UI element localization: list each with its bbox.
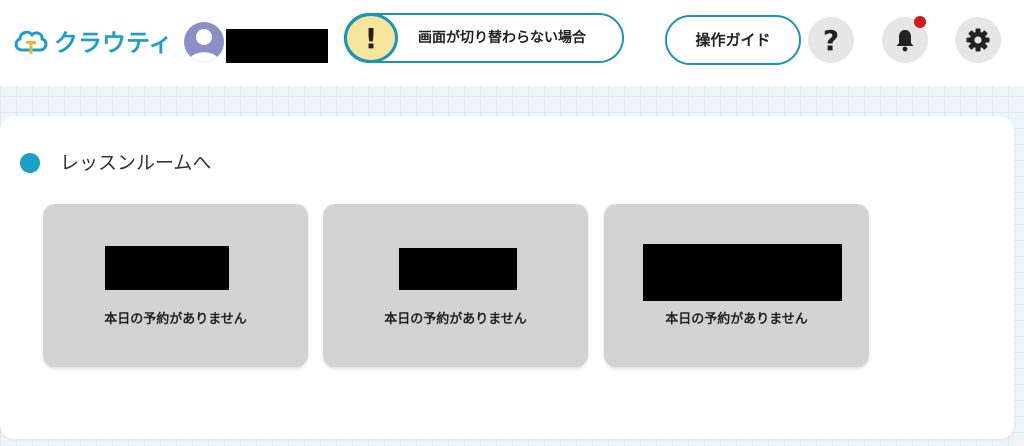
exclamation-icon: ! [344,13,398,63]
lesson-room-card-2[interactable]: 本日の予約がありません [323,204,588,367]
logo-text: クラウティ [54,29,173,57]
cloud-logo-icon [12,26,50,60]
screen-not-switching-label: 画面が切り替わらない場合 [418,30,586,46]
redacted-room-name [105,246,229,290]
gear-icon [966,28,990,52]
user-icon [189,29,219,62]
room-status-text: 本日の予約がありません [384,312,527,327]
redacted-room-name [643,244,842,301]
avatar[interactable] [184,22,224,62]
question-icon: ? [822,23,840,57]
redacted-room-name [399,248,517,290]
bell-icon [896,30,914,52]
lesson-room-card-1[interactable]: 本日の予約がありません [43,204,308,367]
section-bullet-icon [20,153,40,173]
screen-not-switching-button[interactable]: ! 画面が切り替わらない場合 [344,13,624,63]
help-button[interactable]: ? [808,17,854,63]
app-logo[interactable]: クラウティ [12,26,173,60]
settings-button[interactable] [955,17,1001,63]
operation-guide-button[interactable]: 操作ガイド [665,15,801,65]
room-status-text: 本日の予約がありません [104,312,247,327]
redacted-user-name [226,29,328,63]
room-status-text: 本日の予約がありません [665,312,808,327]
lesson-room-card-3[interactable]: 本日の予約がありません [604,204,869,367]
section-title: レッスンルームへ [60,152,212,174]
notification-badge [914,16,926,28]
top-header: クラウティ ! 画面が切り替わらない場合 操作ガイド ? [0,0,1024,86]
